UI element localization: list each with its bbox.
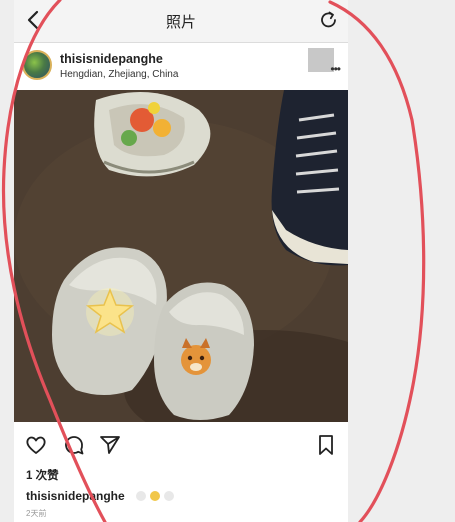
- share-button[interactable]: [98, 433, 122, 457]
- refresh-button[interactable]: [318, 9, 340, 31]
- top-bar: 照片: [14, 0, 348, 43]
- post-username[interactable]: thisisnidepanghe: [60, 52, 163, 66]
- save-button[interactable]: [314, 433, 338, 457]
- refresh-icon: [321, 11, 336, 28]
- post-time: 2天前: [26, 509, 47, 518]
- caption-username[interactable]: thisisnidepanghe: [26, 489, 125, 503]
- more-options-button[interactable]: •••: [308, 48, 341, 76]
- avatar[interactable]: [22, 50, 52, 80]
- heart-icon: [26, 436, 46, 454]
- share-icon: [100, 436, 120, 454]
- like-button[interactable]: [24, 433, 48, 457]
- more-dots-icon: •••: [330, 62, 341, 76]
- post-header: thisisnidepanghe Hengdian, Zhejiang, Chi…: [14, 44, 348, 90]
- black-sneaker: [271, 90, 348, 266]
- emoji-cloud-icon: [136, 491, 146, 501]
- post-actions: [14, 430, 348, 460]
- instagram-post-view: 照片 thisisnidepanghe Hengdian, Zhejiang, …: [14, 0, 348, 522]
- bookmark-icon: [319, 435, 333, 455]
- post-location[interactable]: Hengdian, Zhejiang, China: [60, 69, 178, 80]
- emoji-smile-icon: [150, 491, 160, 501]
- emoji-cloud-icon: [164, 491, 174, 501]
- star-sticker: [85, 287, 135, 336]
- screen: 照片 thisisnidepanghe Hengdian, Zhejiang, …: [0, 0, 455, 522]
- photo-image: [14, 90, 348, 422]
- comment-button[interactable]: [62, 433, 86, 457]
- comment-icon: [65, 436, 84, 455]
- post-photo[interactable]: [14, 90, 348, 422]
- likes-count[interactable]: 1 次赞: [26, 467, 59, 483]
- page-title: 照片: [165, 14, 196, 31]
